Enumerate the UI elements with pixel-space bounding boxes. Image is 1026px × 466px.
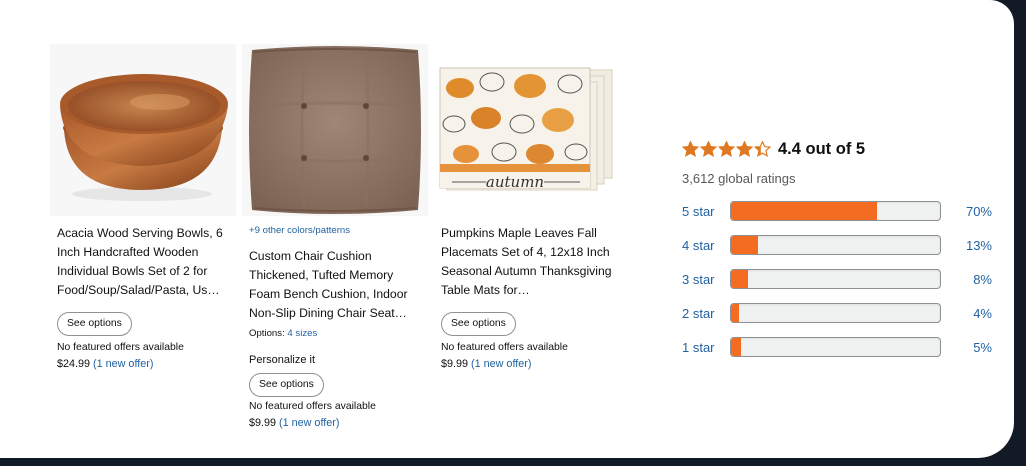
product-card-pumpkin-placemats: autumn Pumpkins Maple Leaves Fall Placem… [434,44,620,371]
pumpkin-placemats-image[interactable]: autumn [434,44,620,216]
rating-row-3-star[interactable]: 3 star 8% [682,268,992,290]
sizes-link[interactable]: 4 sizes [287,328,317,339]
rating-bar-fill [731,338,742,356]
rating-row-percent[interactable]: 4% [941,306,992,321]
product-title[interactable]: Acacia Wood Serving Bowls, 6 Inch Handcr… [57,224,228,300]
rating-bar[interactable] [730,303,941,323]
rating-bar-fill [731,304,740,322]
rating-bar[interactable] [730,337,941,357]
options-label: Options: [249,328,285,339]
star-full-icon [682,141,699,157]
rating-row-label[interactable]: 5 star [682,204,730,219]
personalize-text: Personalize it [249,354,316,366]
rating-row-percent[interactable]: 13% [941,238,992,253]
rating-row-percent[interactable]: 8% [941,272,992,287]
rating-row-2-star[interactable]: 2 star 4% [682,302,992,324]
wood-bowls-illustration [60,74,228,201]
rating-bar-fill [731,202,878,220]
product-card-wood-bowls: Acacia Wood Serving Bowls, 6 Inch Handcr… [50,44,236,371]
product-title[interactable]: Custom Chair Cushion Thickened, Tufted M… [249,247,420,323]
offers-text: No featured offers available [57,342,184,353]
rating-bar[interactable] [730,269,941,289]
rating-bar[interactable] [730,235,941,255]
star-full-icon [700,141,717,157]
product-card-chair-cushion: +9 other colors/patterns Custom Chair Cu… [242,44,428,430]
see-options-button[interactable]: See options [441,312,516,336]
new-offer-link[interactable]: (1 new offer) [279,417,339,429]
page-canvas: Acacia Wood Serving Bowls, 6 Inch Handcr… [0,0,1014,458]
offers-text: No featured offers available [441,342,568,353]
price-line: $9.99 (1 new offer) [441,357,612,371]
rating-row-label[interactable]: 1 star [682,340,730,355]
new-offer-link[interactable]: (1 new offer) [471,358,531,370]
average-rating: 4.4 out of 5 [778,139,866,158]
price: $9.99 [441,358,469,370]
rating-bar[interactable] [730,201,941,221]
star-full-icon [718,141,735,157]
offers-text: No featured offers available [249,401,376,412]
price: $24.99 [57,358,91,370]
placemat-autumn-text: autumn [486,173,544,191]
rating-row-percent[interactable]: 5% [941,340,992,355]
rating-bar-fill [731,236,759,254]
price-line: $9.99 (1 new offer) [249,416,420,430]
chair-cushion-illustration [249,46,421,214]
wood-bowls-image[interactable] [50,44,236,216]
see-options-button[interactable]: See options [249,373,324,397]
placemats-illustration: autumn [439,67,613,191]
price: $9.99 [249,417,277,429]
rating-row-label[interactable]: 4 star [682,238,730,253]
other-colors-link[interactable]: +9 other colors/patterns [249,224,420,238]
rating-row-5-star[interactable]: 5 star 70% [682,200,992,222]
options-line: Options: 4 sizes [249,327,420,341]
rating-row-label[interactable]: 2 star [682,306,730,321]
product-title[interactable]: Pumpkins Maple Leaves Fall Placemats Set… [441,224,612,300]
rating-row-4-star[interactable]: 4 star 13% [682,234,992,256]
star-rating[interactable] [682,141,771,157]
star-half-icon [754,141,771,157]
price-line: $24.99 (1 new offer) [57,357,228,371]
rating-row-1-star[interactable]: 1 star 5% [682,336,992,358]
chair-cushion-image[interactable] [242,44,428,216]
rating-row-label[interactable]: 3 star [682,272,730,287]
rating-header: 4.4 out of 5 [682,138,992,160]
global-ratings-count: 3,612 global ratings [682,171,796,186]
see-options-button[interactable]: See options [57,312,132,336]
customer-ratings-summary: 4.4 out of 5 3,612 global ratings 5 star… [682,138,992,357]
star-full-icon [736,141,753,157]
rating-bar-fill [731,270,748,288]
rating-row-percent[interactable]: 70% [941,204,992,219]
new-offer-link[interactable]: (1 new offer) [93,358,153,370]
